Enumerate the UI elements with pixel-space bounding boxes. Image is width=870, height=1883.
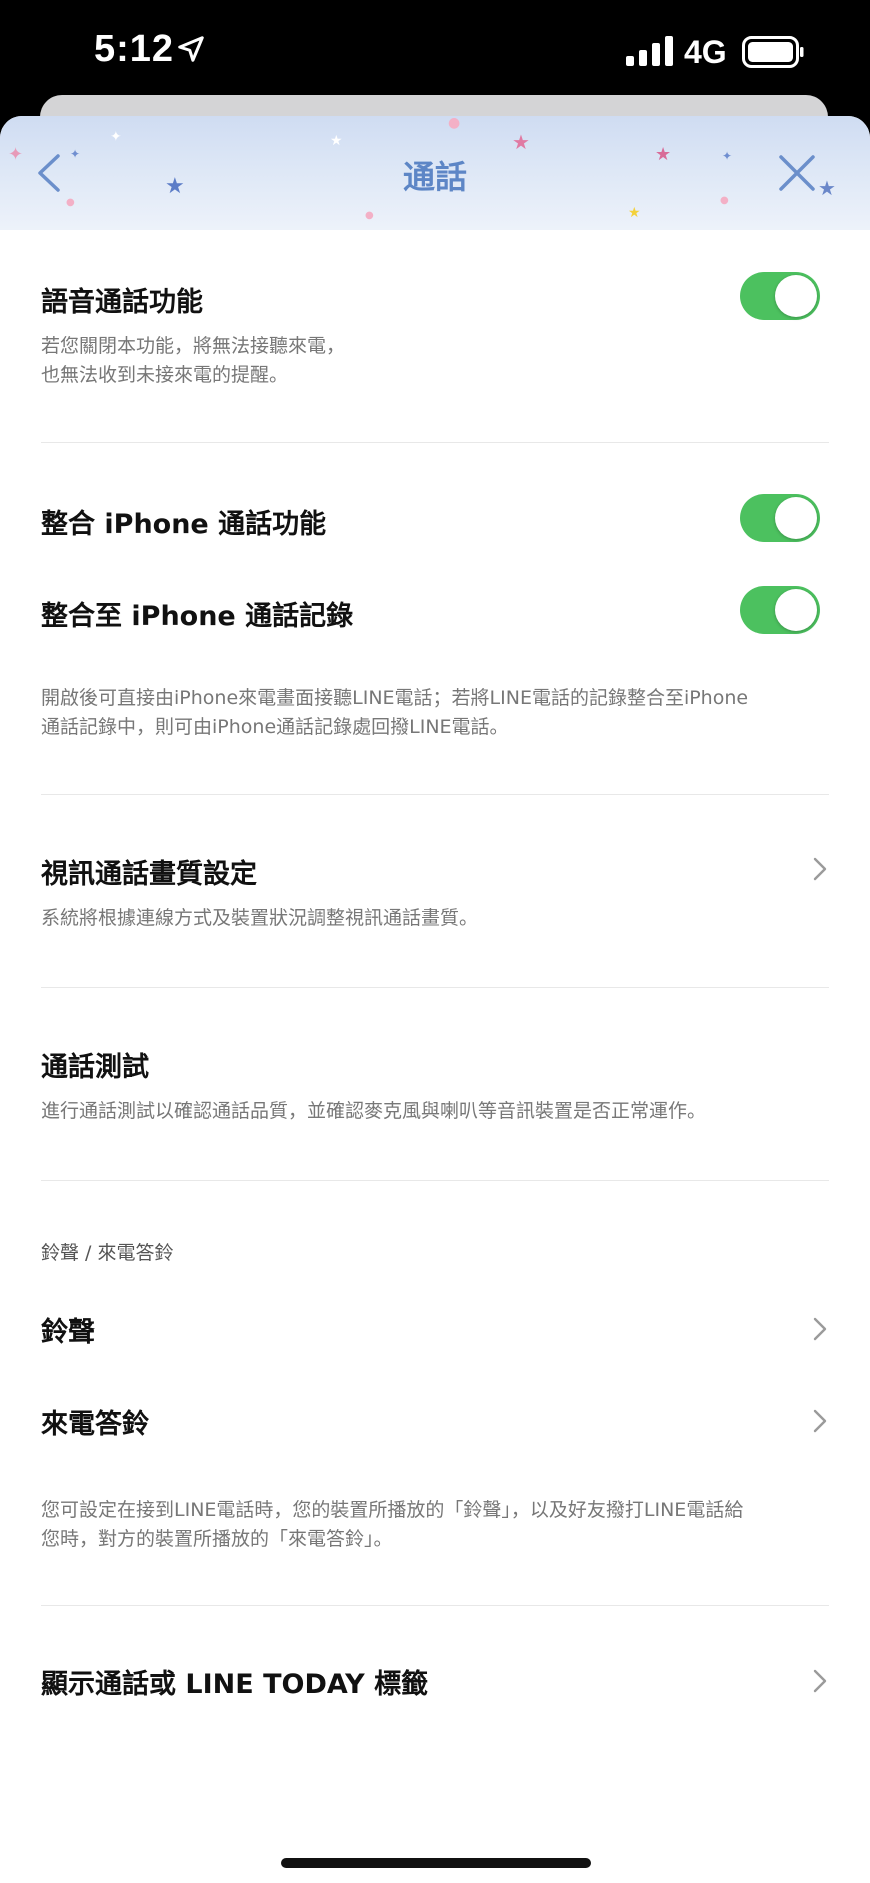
ringback-item[interactable]: 來電答鈴 — [41, 1402, 149, 1441]
divider — [41, 1605, 829, 1606]
divider — [41, 794, 829, 795]
divider — [41, 987, 829, 988]
ringtone-desc-line1: 您可設定在接到LINE電話時，您的裝置所播放的「鈴聲」，以及好友撥打LINE電話… — [41, 1499, 744, 1521]
star-icon: ● — [66, 197, 75, 208]
star-icon: ● — [448, 116, 461, 131]
ringtone-desc-line2: 您時，對方的裝置所播放的「來電答鈴」。 — [41, 1528, 393, 1550]
location-arrow-icon — [178, 36, 204, 62]
status-time: 5:12 — [94, 28, 175, 70]
voice-call-description: 若您關閉本功能，將無法接聽來電， 也無法收到未接來電的提醒。 — [41, 332, 831, 390]
iphone-desc-line2: 通話記錄中，則可由iPhone通話記錄處回撥LINE電話。 — [41, 716, 509, 738]
chevron-right-icon[interactable] — [812, 1316, 828, 1342]
chevron-right-icon[interactable] — [812, 856, 828, 882]
home-indicator[interactable] — [281, 1858, 591, 1868]
call-test-description: 進行通話測試以確認通話品質，並確認麥克風與喇叭等音訊裝置是否正常運作。 — [41, 1100, 707, 1122]
close-button[interactable] — [776, 152, 818, 194]
voice-call-desc-line2: 也無法收到未接來電的提醒。 — [41, 364, 289, 386]
divider — [41, 1180, 829, 1181]
page-title: 通話 — [402, 158, 467, 196]
iphone-integration-title: 整合 iPhone 通話功能 — [41, 509, 327, 540]
iphone-history-toggle[interactable] — [740, 586, 820, 634]
iphone-history-title: 整合至 iPhone 通話記錄 — [41, 601, 354, 632]
video-quality-title[interactable]: 視訊通話畫質設定 — [41, 852, 257, 891]
video-quality-description: 系統將根據連線方式及裝置狀況調整視訊通話畫質。 — [41, 907, 479, 929]
voice-call-toggle[interactable] — [740, 272, 820, 320]
iphone-desc-line1: 開啟後可直接由iPhone來電畫面接聽LINE電話；若將LINE電話的記錄整合至… — [41, 687, 749, 709]
battery-icon — [742, 36, 804, 68]
network-type: 4G — [684, 34, 727, 70]
star-icon: ★ — [330, 133, 343, 149]
star-icon: ● — [365, 210, 374, 221]
call-test-title[interactable]: 通話測試 — [41, 1045, 149, 1084]
ringtone-item[interactable]: 鈴聲 — [41, 1310, 95, 1349]
chevron-right-icon[interactable] — [812, 1668, 828, 1694]
star-icon: ✦ — [110, 129, 122, 145]
signal-icon — [626, 36, 673, 66]
header-bar: ✦ ✦ ★ ✦ ★ ● ★ ★ ✦ ★ ★ ● ● ● 通話 — [0, 116, 870, 230]
toggle-knob — [775, 275, 817, 317]
ringtone-description: 您可設定在接到LINE電話時，您的裝置所播放的「鈴聲」，以及好友撥打LINE電話… — [41, 1496, 831, 1554]
show-label-title[interactable]: 顯示通話或 LINE TODAY 標籤 — [41, 1662, 428, 1701]
toggle-knob — [775, 497, 817, 539]
star-icon: ★ — [512, 130, 530, 154]
divider — [41, 442, 829, 443]
iphone-history-description: 開啟後可直接由iPhone來電畫面接聽LINE電話；若將LINE電話的記錄整合至… — [41, 684, 831, 742]
voice-call-desc-line1: 若您關閉本功能，將無法接聽來電， — [41, 335, 346, 357]
voice-call-title: 語音通話功能 — [41, 287, 203, 318]
settings-sheet: ✦ ✦ ★ ✦ ★ ● ★ ★ ✦ ★ ★ ● ● ● 通話 語音通話功能 若您… — [0, 116, 870, 1883]
star-icon: ★ — [628, 205, 641, 221]
chevron-right-icon[interactable] — [812, 1408, 828, 1434]
toggle-knob — [775, 589, 817, 631]
ringtone-section-label: 鈴聲 / 來電答鈴 — [41, 1242, 174, 1264]
status-bar: 5:12 4G — [0, 0, 870, 110]
iphone-integration-toggle[interactable] — [740, 494, 820, 542]
